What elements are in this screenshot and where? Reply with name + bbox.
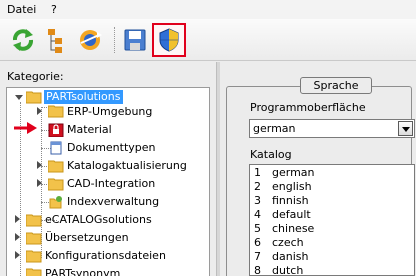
folder-icon — [48, 160, 64, 173]
index-icon — [49, 196, 62, 209]
expand-icon[interactable] — [15, 233, 20, 241]
tree-item-label: PARTsolutions — [44, 90, 123, 104]
ui-language-value: german — [253, 122, 296, 135]
list-item-label: german — [272, 166, 315, 179]
folder-open-icon — [26, 91, 42, 104]
tree-item-label: Indexverwaltung — [67, 195, 160, 208]
tree-item-label: Dokumenttypen — [67, 141, 156, 154]
list-item-label: dutch — [272, 264, 304, 276]
save-button[interactable] — [118, 23, 152, 57]
menu-bar: Datei ? — [0, 0, 416, 19]
toolbar — [0, 19, 416, 61]
refresh-button[interactable] — [6, 23, 40, 57]
toolbar-separator — [114, 27, 116, 53]
tree-item-label: eCATALOGsolutions — [45, 213, 152, 226]
ui-language-label: Programmoberfläche — [250, 101, 366, 114]
shield-icon — [159, 28, 179, 52]
list-item-label: chinese — [272, 222, 315, 235]
catalog-label: Katalog — [250, 148, 292, 161]
expand-icon[interactable] — [37, 107, 42, 115]
refresh-icon — [13, 29, 33, 51]
list-item-label: default — [272, 208, 311, 221]
hierarchy-icon — [48, 29, 62, 53]
collapse-icon[interactable] — [15, 95, 23, 100]
list-item-number: 4 — [254, 208, 261, 221]
folder-icon — [26, 232, 42, 245]
list-item-label: czech — [272, 236, 304, 249]
tree-item-label: Katalogaktualisierung — [67, 159, 187, 172]
folder-icon — [26, 268, 42, 276]
list-item-label: english — [272, 180, 312, 193]
folder-icon — [26, 214, 42, 227]
save-icon — [124, 29, 146, 51]
folder-icon — [26, 250, 42, 263]
list-item-number: 6 — [254, 236, 261, 249]
language-group-title: Sprache — [300, 77, 372, 94]
expand-icon[interactable] — [15, 251, 20, 259]
transfer-button[interactable] — [74, 23, 108, 57]
tree-item-label: Konfigurationsdateien — [45, 249, 166, 262]
list-item-number: 3 — [254, 194, 261, 207]
expand-icon[interactable] — [37, 179, 42, 187]
folder-icon — [48, 105, 64, 118]
permissions-button[interactable] — [152, 23, 186, 57]
list-item-number: 2 — [254, 180, 261, 193]
hierarchy-button[interactable] — [38, 23, 72, 57]
list-item-number: 5 — [254, 222, 261, 235]
document-icon — [50, 141, 62, 155]
tree-item-label: CAD-Integration — [67, 177, 156, 190]
lock-icon — [48, 123, 64, 137]
expand-icon[interactable] — [15, 215, 20, 223]
catalog-language-list[interactable]: 1 german 2 english 3 finnish 4 default 5 chin… — [249, 164, 415, 276]
menu-file[interactable]: Datei — [7, 3, 36, 16]
folder-icon — [48, 178, 64, 191]
category-tree[interactable]: PARTsolutions ERP-Umgebung Material Doku… — [6, 87, 210, 276]
list-item-number: 1 — [254, 166, 261, 179]
pointer-arrow-icon — [14, 122, 37, 134]
tree-item-label: Material — [67, 123, 112, 136]
tree-item-label: Übersetzungen — [45, 231, 129, 244]
tree-item-label: ERP-Umgebung — [67, 105, 153, 118]
category-label: Kategorie: — [7, 70, 64, 83]
expand-icon[interactable] — [37, 161, 42, 169]
list-item-label: danish — [272, 250, 309, 263]
transfer-icon — [80, 30, 102, 50]
list-item-label: finnish — [272, 194, 309, 207]
chevron-down-icon[interactable] — [398, 121, 413, 136]
list-item-number: 8 — [254, 264, 261, 276]
category-panel: Kategorie: PARTsolutions ERP-Umgebung Ma… — [0, 62, 216, 276]
ui-language-select[interactable]: german — [249, 119, 415, 138]
tree-item-label: PARTsynonym — [45, 267, 121, 276]
menu-help[interactable]: ? — [51, 3, 57, 16]
list-item-number: 7 — [254, 250, 261, 263]
